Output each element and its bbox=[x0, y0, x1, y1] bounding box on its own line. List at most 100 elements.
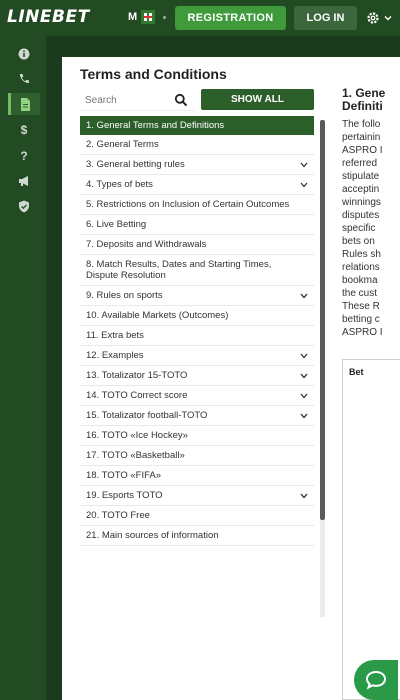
terms-section-label: 4. Types of bets bbox=[86, 179, 153, 190]
section-body-line: The follo bbox=[342, 119, 381, 130]
chat-button[interactable] bbox=[354, 660, 398, 700]
terms-section-item[interactable]: 7. Deposits and Withdrawals bbox=[80, 235, 314, 255]
terms-section-item[interactable]: 17. TOTO «Basketball» bbox=[80, 446, 314, 466]
megaphone-icon bbox=[18, 176, 28, 186]
section-body-line: ASPRO I bbox=[342, 145, 383, 156]
chevron-down-icon[interactable] bbox=[300, 182, 308, 188]
terms-section-item[interactable]: 10. Available Markets (Outcomes) bbox=[80, 306, 314, 326]
terms-section-label: 9. Rules on sports bbox=[86, 290, 163, 301]
section-body-line: betting c bbox=[342, 314, 380, 325]
terms-section-item[interactable]: 12. Examples bbox=[80, 346, 314, 366]
chevron-down-icon bbox=[384, 16, 392, 21]
terms-section-item[interactable]: 18. TOTO «FIFA» bbox=[80, 466, 314, 486]
svg-text:?: ? bbox=[20, 149, 27, 162]
login-button[interactable]: LOG IN bbox=[294, 6, 357, 30]
sidebar-item-phone[interactable] bbox=[8, 68, 40, 90]
settings-menu[interactable] bbox=[366, 8, 396, 28]
terms-section-item[interactable]: 1. General Terms and Definitions bbox=[80, 116, 314, 135]
terms-section-item[interactable]: 20. TOTO Free bbox=[80, 506, 314, 526]
section-body-line: referred bbox=[342, 158, 378, 169]
terms-section-label: 14. TOTO Correct score bbox=[86, 390, 188, 401]
chevron-down-icon[interactable] bbox=[300, 162, 308, 168]
terms-section-label: 2. General Terms bbox=[86, 139, 159, 150]
chevron-down-icon[interactable] bbox=[300, 413, 308, 419]
terms-section-item[interactable]: 19. Esports TOTO bbox=[80, 486, 314, 506]
sidebar-item-dollar[interactable]: $ bbox=[8, 118, 40, 140]
section-body-line: specific bbox=[342, 223, 376, 234]
terms-section-item[interactable]: 4. Types of bets bbox=[80, 175, 314, 195]
chevron-down-icon[interactable] bbox=[300, 393, 308, 399]
terms-section-label: 7. Deposits and Withdrawals bbox=[86, 239, 207, 250]
terms-section-label: 19. Esports TOTO bbox=[86, 490, 163, 501]
search-box bbox=[81, 90, 195, 111]
section-body-line: ASPRO I bbox=[342, 327, 383, 338]
section-body-line: stipulate bbox=[342, 171, 380, 182]
linebet-logo[interactable]: LINEBET bbox=[7, 7, 90, 27]
terms-section-item[interactable]: 6. Live Betting bbox=[80, 215, 314, 235]
section-heading-line: Definiti bbox=[342, 99, 383, 113]
section-body-line: These R bbox=[342, 301, 380, 312]
language-label[interactable]: M bbox=[128, 11, 137, 23]
scrollbar-thumb[interactable] bbox=[320, 120, 325, 520]
terms-section-item[interactable]: 5. Restrictions on Inclusion of Certain … bbox=[80, 195, 314, 215]
sidebar: $ ? bbox=[0, 36, 46, 700]
bet-column-header: Bet bbox=[349, 367, 364, 377]
section-body-line: acceptin bbox=[342, 184, 380, 195]
registration-button[interactable]: REGISTRATION bbox=[175, 6, 286, 30]
sidebar-item-promo[interactable] bbox=[8, 170, 40, 192]
chevron-down-icon[interactable] bbox=[300, 493, 308, 499]
terms-section-label: 12. Examples bbox=[86, 350, 144, 361]
terms-list: 1. General Terms and Definitions 2. Gener… bbox=[80, 116, 314, 546]
terms-section-item[interactable]: 8. Match Results, Dates and Starting Tim… bbox=[80, 255, 314, 286]
flag-icon[interactable] bbox=[141, 10, 155, 24]
search-icon[interactable] bbox=[174, 93, 188, 107]
terms-section-label: 3. General betting rules bbox=[86, 159, 185, 170]
terms-section-item[interactable]: 16. TOTO «Ice Hockey» bbox=[80, 426, 314, 446]
chevron-down-icon[interactable] bbox=[300, 353, 308, 359]
gear-icon bbox=[367, 12, 379, 24]
separator-dot bbox=[163, 16, 166, 19]
terms-section-item[interactable]: 14. TOTO Correct score bbox=[80, 386, 314, 406]
section-body-line: disputes bbox=[342, 210, 380, 221]
terms-section-label: 20. TOTO Free bbox=[86, 510, 150, 521]
sidebar-item-security[interactable] bbox=[8, 195, 40, 217]
question-icon: ? bbox=[20, 149, 27, 162]
document-icon bbox=[21, 97, 30, 111]
sidebar-item-info[interactable] bbox=[8, 43, 40, 65]
sidebar-item-document[interactable] bbox=[8, 93, 40, 115]
terms-section-item[interactable]: 21. Main sources of information bbox=[80, 526, 314, 546]
terms-section-item[interactable]: 9. Rules on sports bbox=[80, 286, 314, 306]
terms-section-label: 5. Restrictions on Inclusion of Certain … bbox=[86, 199, 290, 210]
terms-section-label: 10. Available Markets (Outcomes) bbox=[86, 310, 229, 321]
show-all-button[interactable]: SHOW ALL bbox=[201, 89, 314, 110]
terms-section-item[interactable]: 15. Totalizator football-TOTO bbox=[80, 406, 314, 426]
terms-section-label: 11. Extra bets bbox=[86, 330, 144, 341]
shield-icon bbox=[19, 200, 29, 212]
terms-section-label: 15. Totalizator football-TOTO bbox=[86, 410, 208, 421]
info-icon bbox=[18, 48, 30, 60]
dollar-icon: $ bbox=[21, 123, 28, 136]
terms-section-label: 1. General Terms and Definitions bbox=[86, 120, 225, 131]
section-body-line: bets on bbox=[342, 236, 375, 247]
svg-text:$: $ bbox=[21, 123, 28, 136]
section-body-line: the cust bbox=[342, 288, 378, 299]
terms-section-label: 18. TOTO «FIFA» bbox=[86, 470, 161, 481]
terms-section-label: 8. Match Results, Dates and Starting Tim… bbox=[86, 259, 272, 281]
terms-section-item[interactable]: 2. General Terms bbox=[80, 135, 314, 155]
section-body-line: Rules sh bbox=[342, 249, 381, 260]
section-body-line: bookma bbox=[342, 275, 378, 286]
sidebar-item-help[interactable]: ? bbox=[8, 144, 40, 166]
terms-section-label: 13. Totalizator 15-TOTO bbox=[86, 370, 188, 381]
terms-section-item[interactable]: 3. General betting rules bbox=[80, 155, 314, 175]
terms-panel: Terms and Conditions SHOW ALL 1. General… bbox=[62, 57, 400, 700]
section-body-line: pertainin bbox=[342, 132, 381, 143]
terms-section-item[interactable]: 13. Totalizator 15-TOTO bbox=[80, 366, 314, 386]
page-title: Terms and Conditions bbox=[80, 66, 227, 82]
top-header: LINEBET M REGISTRATION LOG IN bbox=[0, 0, 400, 36]
chevron-down-icon[interactable] bbox=[300, 373, 308, 379]
chevron-down-icon[interactable] bbox=[300, 293, 308, 299]
section-body: The follo pertainin ASPRO I referred stipula… bbox=[342, 118, 400, 339]
terms-section-item[interactable]: 11. Extra bets bbox=[80, 326, 314, 346]
search-input[interactable] bbox=[85, 93, 167, 108]
scrollbar-track[interactable] bbox=[320, 520, 325, 617]
